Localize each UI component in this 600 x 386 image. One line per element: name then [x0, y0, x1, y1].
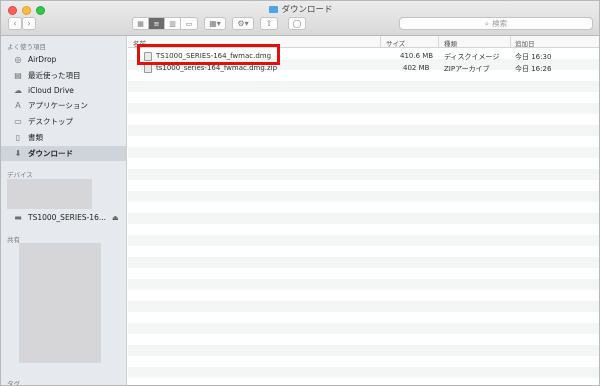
column-divider	[438, 36, 439, 48]
applications-icon: Ａ	[14, 101, 22, 110]
column-header-size[interactable]: サイズ	[386, 38, 405, 48]
sidebar-item-label: デスクトップ	[28, 117, 73, 126]
documents-icon: ▯	[15, 133, 21, 142]
redacted-device-area	[7, 179, 92, 209]
favorites-header: よく使う項目	[7, 43, 46, 51]
tags-header: タグ	[7, 380, 20, 386]
sidebar: よく使う項目 ◎ AirDrop ▤ 最近使った項目 ☁ iCloud Drive Ａ…	[1, 36, 127, 386]
highlight-box	[137, 44, 280, 65]
file-date: 今日 16:26	[515, 65, 552, 73]
sidebar-item-label: AirDrop	[28, 55, 57, 64]
search-placeholder: 検索	[492, 19, 508, 28]
view-mode-control[interactable]: ▦ ≡ ▥ ▭	[132, 17, 198, 30]
sidebar-item-device[interactable]: ▬ TS1000_SERIES-16... ⏏	[1, 210, 126, 225]
cloud-icon: ☁	[14, 86, 22, 95]
column-divider	[380, 36, 381, 48]
sidebar-item-icloud[interactable]: ☁ iCloud Drive	[1, 83, 126, 98]
file-kind: ディスクイメージ	[444, 53, 500, 61]
arrange-button[interactable]: ▦▾	[204, 17, 226, 30]
finder-window: ダウンロード ‹ › ▦ ≡ ▥ ▭ ▦▾ ⚙▾ ⇧ ◯ ⌕ 検索 よく使う項目 …	[0, 0, 600, 386]
share-button[interactable]: ⇧	[260, 17, 278, 30]
search-input[interactable]: ⌕ 検索	[399, 17, 593, 30]
file-list: TS1000_SERIES-164_fwmac.dmg 410.6 MB ディス…	[128, 48, 599, 385]
sidebar-item-desktop[interactable]: ▭ デスクトップ	[1, 114, 126, 129]
column-header-date[interactable]: 追加日	[515, 38, 535, 48]
window-title-text: ダウンロード	[281, 5, 333, 15]
sidebar-item-label: TS1000_SERIES-16...	[28, 213, 107, 222]
sidebar-item-downloads[interactable]: ⬇ ダウンロード	[1, 146, 126, 161]
sidebar-item-label: iCloud Drive	[28, 86, 74, 95]
sidebar-item-documents[interactable]: ▯ 書類	[1, 130, 126, 145]
file-date: 今日 16:30	[515, 53, 552, 61]
forward-button[interactable]: ›	[22, 17, 36, 30]
sidebar-item-airdrop[interactable]: ◎ AirDrop	[1, 52, 126, 67]
back-button[interactable]: ‹	[8, 17, 22, 30]
column-view-icon[interactable]: ▥	[165, 18, 181, 29]
eject-icon[interactable]: ⏏	[112, 214, 119, 222]
file-size: 402 MB	[403, 64, 430, 72]
recents-icon: ▤	[14, 71, 22, 80]
downloads-icon: ⬇	[14, 149, 22, 158]
title-bar: ダウンロード ‹ › ▦ ≡ ▥ ▭ ▦▾ ⚙▾ ⇧ ◯ ⌕ 検索	[1, 1, 599, 36]
sidebar-item-label: アプリケーション	[28, 101, 88, 110]
icon-view-icon[interactable]: ▦	[133, 18, 149, 29]
file-kind: ZIPアーカイブ	[444, 65, 490, 73]
devices-header: デバイス	[7, 171, 33, 179]
column-header-kind[interactable]: 種類	[444, 38, 457, 48]
zip-archive-icon	[144, 64, 152, 73]
search-icon: ⌕	[484, 18, 490, 28]
file-name: ts1000_series-164_fwmac.dmg.zip	[156, 64, 278, 72]
sidebar-item-applications[interactable]: Ａ アプリケーション	[1, 98, 126, 113]
tag-button[interactable]: ◯	[288, 17, 306, 30]
window-title: ダウンロード	[1, 3, 599, 15]
desktop-icon: ▭	[14, 117, 22, 126]
disk-icon: ▬	[14, 213, 22, 222]
sidebar-item-label: 最近使った項目	[28, 71, 81, 80]
airdrop-icon: ◎	[14, 55, 22, 64]
sidebar-item-recents[interactable]: ▤ 最近使った項目	[1, 68, 126, 83]
file-size: 410.6 MB	[400, 52, 434, 60]
sidebar-item-label: 書類	[28, 133, 43, 142]
folder-icon	[269, 6, 279, 13]
list-view-icon[interactable]: ≡	[149, 18, 165, 29]
column-divider	[510, 36, 511, 48]
action-gear-button[interactable]: ⚙▾	[232, 17, 254, 30]
redacted-shared-area	[19, 243, 101, 363]
gallery-view-icon[interactable]: ▭	[181, 18, 197, 29]
sidebar-item-label: ダウンロード	[28, 149, 73, 158]
